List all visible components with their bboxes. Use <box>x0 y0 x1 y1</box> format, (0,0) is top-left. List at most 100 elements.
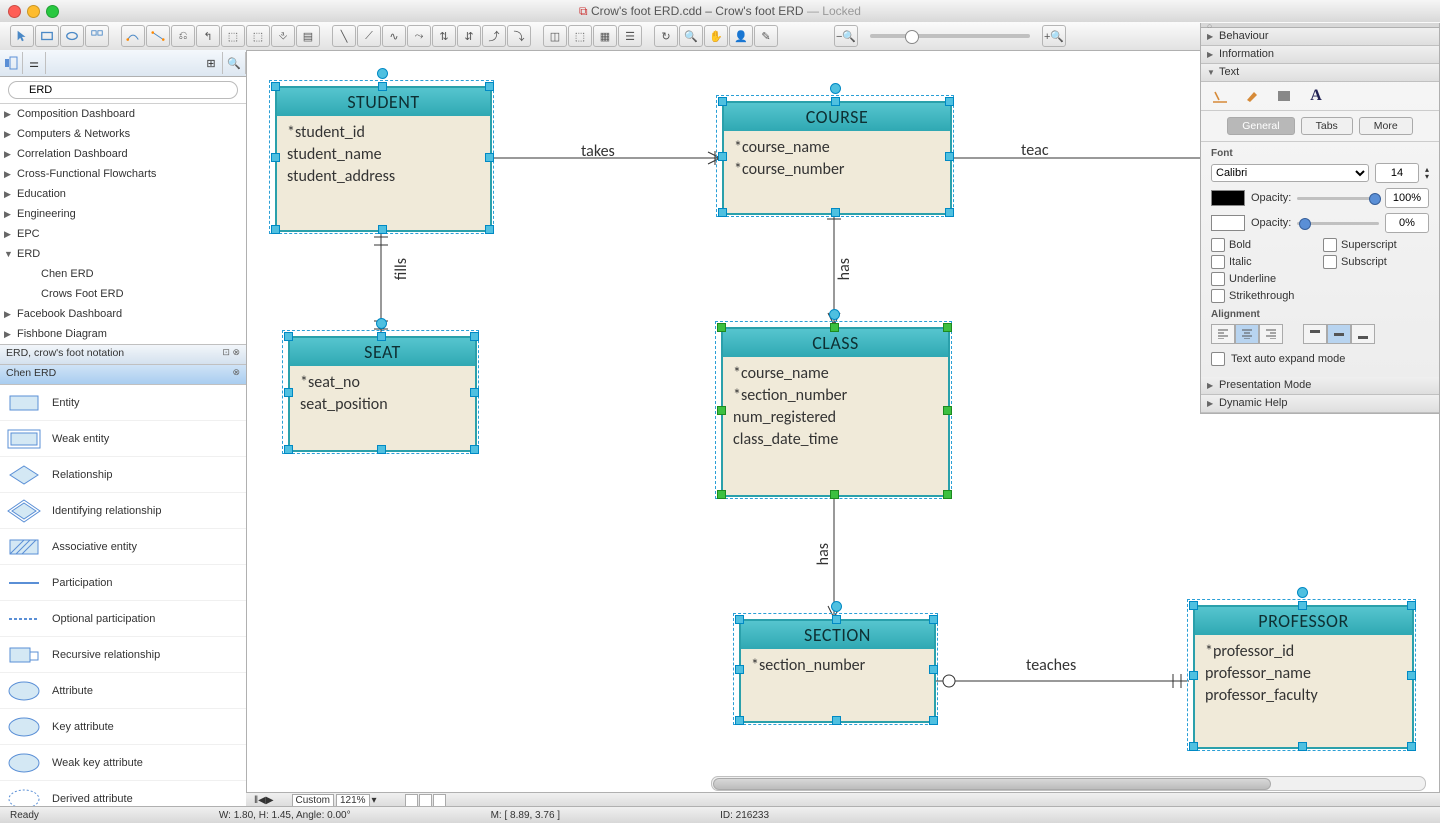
selection-handle[interactable] <box>284 388 293 397</box>
shape-item[interactable]: Associative entity <box>0 529 246 565</box>
group-tool-2[interactable]: ⬚ <box>568 25 592 47</box>
selection-handle[interactable] <box>717 323 726 332</box>
hand-tool[interactable]: ✋ <box>704 25 728 47</box>
relationship-label[interactable]: has <box>814 543 833 565</box>
connect-tool-4[interactable]: ↰ <box>196 25 220 47</box>
group-tool-4[interactable]: ☰ <box>618 25 642 47</box>
line-tool-1[interactable]: ╲ <box>332 25 356 47</box>
rect-tool[interactable] <box>35 25 59 47</box>
line-tool-8[interactable]: ⤵ <box>507 25 531 47</box>
selection-handle[interactable] <box>929 665 938 674</box>
shape-item[interactable]: Identifying relationship <box>0 493 246 529</box>
inspector-tab-general[interactable]: General <box>1227 117 1294 135</box>
minimize-window-button[interactable] <box>27 5 40 18</box>
tree-item[interactable]: Chen ERD <box>0 264 246 284</box>
selection-handle[interactable] <box>945 208 954 217</box>
connection-anchor[interactable] <box>831 601 842 612</box>
bold-checkbox[interactable] <box>1211 238 1225 252</box>
inspector-text[interactable]: Text <box>1201 64 1439 82</box>
selection-handle[interactable] <box>1407 601 1416 610</box>
panel-view-grid[interactable]: ⊞ <box>200 52 223 74</box>
zoom-value[interactable]: 121% <box>336 794 370 807</box>
inspector-behaviour[interactable]: Behaviour <box>1201 28 1439 46</box>
page-thumb-2[interactable] <box>419 794 432 807</box>
grid-tool[interactable] <box>85 25 109 47</box>
selection-handle[interactable] <box>470 445 479 454</box>
selection-handle[interactable] <box>1189 671 1198 680</box>
strikethrough-checkbox[interactable] <box>1211 289 1225 303</box>
shape-item[interactable]: Recursive relationship <box>0 637 246 673</box>
selection-handle[interactable] <box>945 152 954 161</box>
selection-handle[interactable] <box>1298 601 1307 610</box>
selection-handle[interactable] <box>378 225 387 234</box>
opacity1-slider[interactable] <box>1297 197 1379 200</box>
inspector-dynamic-help[interactable]: Dynamic Help <box>1201 395 1439 413</box>
tree-item[interactable]: ▶Education <box>0 184 246 204</box>
selection-handle[interactable] <box>832 615 841 624</box>
selection-handle[interactable] <box>735 665 744 674</box>
panel-search-icon[interactable]: 🔍 <box>223 52 246 74</box>
panel-tab-library[interactable] <box>0 52 23 74</box>
selection-handle[interactable] <box>718 152 727 161</box>
selection-handle[interactable] <box>717 490 726 499</box>
selection-handle[interactable] <box>378 82 387 91</box>
entity-course[interactable]: COURSE*course_name*course_number <box>722 101 952 215</box>
text-highlight-icon[interactable] <box>1241 87 1263 105</box>
selection-handle[interactable] <box>377 332 386 341</box>
selection-handle[interactable] <box>485 225 494 234</box>
connection-anchor[interactable] <box>1297 587 1308 598</box>
zoom-label[interactable]: Custom <box>292 794 334 807</box>
valign-middle-button[interactable] <box>1327 324 1351 344</box>
entity-class[interactable]: CLASS*course_name*section_numbernum_regi… <box>721 327 950 497</box>
selection-handle[interactable] <box>945 97 954 106</box>
font-size-stepper[interactable]: ▴▾ <box>1425 166 1429 180</box>
selection-handle[interactable] <box>284 332 293 341</box>
relationship-label[interactable]: takes <box>581 142 615 161</box>
selection-handle[interactable] <box>717 406 726 415</box>
selection-handle[interactable] <box>470 388 479 397</box>
user-tool[interactable]: 👤 <box>729 25 753 47</box>
selection-handle[interactable] <box>1298 742 1307 751</box>
line-tool-5[interactable]: ⇅ <box>432 25 456 47</box>
page-nav-icon[interactable]: ‖◀▶ <box>254 795 274 806</box>
shape-item[interactable]: Derived attribute <box>0 781 246 807</box>
tree-item[interactable]: ▶Facebook Dashboard <box>0 304 246 324</box>
selection-handle[interactable] <box>284 445 293 454</box>
category-pin-icon[interactable]: ⊡ ⊗ <box>222 347 240 358</box>
line-tool-7[interactable]: ⤴ <box>482 25 506 47</box>
group-tool-1[interactable]: ◫ <box>543 25 567 47</box>
line-tool-4[interactable]: ⤳ <box>407 25 431 47</box>
shape-item[interactable]: Entity <box>0 385 246 421</box>
selection-handle[interactable] <box>943 490 952 499</box>
zoom-dropdown[interactable]: ▾ <box>372 795 377 806</box>
group-tool-3[interactable]: ▦ <box>593 25 617 47</box>
connection-anchor[interactable] <box>829 309 840 320</box>
selection-handle[interactable] <box>830 323 839 332</box>
relationship-label[interactable]: teac <box>1021 141 1049 160</box>
selection-handle[interactable] <box>929 716 938 725</box>
valign-bottom-button[interactable] <box>1351 324 1375 344</box>
shape-item[interactable]: Weak key attribute <box>0 745 246 781</box>
connect-tool-3[interactable]: ⎌ <box>171 25 195 47</box>
horizontal-scrollbar[interactable] <box>711 776 1426 791</box>
inspector-tab-more[interactable]: More <box>1359 117 1413 135</box>
selection-handle[interactable] <box>735 716 744 725</box>
selection-handle[interactable] <box>470 332 479 341</box>
align-right-button[interactable] <box>1259 324 1283 344</box>
bg-color-swatch[interactable] <box>1211 215 1245 231</box>
text-fill-icon[interactable] <box>1273 87 1295 105</box>
connect-tool-6[interactable]: ⬚ <box>246 25 270 47</box>
selection-handle[interactable] <box>943 406 952 415</box>
selection-handle[interactable] <box>377 445 386 454</box>
selection-handle[interactable] <box>943 323 952 332</box>
entity-seat[interactable]: SEAT*seat_noseat_position <box>288 336 477 452</box>
text-auto-expand-checkbox[interactable] <box>1211 352 1225 366</box>
inspector-tab-tabs[interactable]: Tabs <box>1301 117 1353 135</box>
italic-checkbox[interactable] <box>1211 255 1225 269</box>
line-tool-3[interactable]: ∿ <box>382 25 406 47</box>
connection-anchor[interactable] <box>830 83 841 94</box>
zoom-in-button[interactable]: +🔍 <box>1042 25 1066 47</box>
text-underline-icon[interactable] <box>1209 87 1231 105</box>
selection-handle[interactable] <box>1189 601 1198 610</box>
connection-anchor[interactable] <box>377 68 388 79</box>
